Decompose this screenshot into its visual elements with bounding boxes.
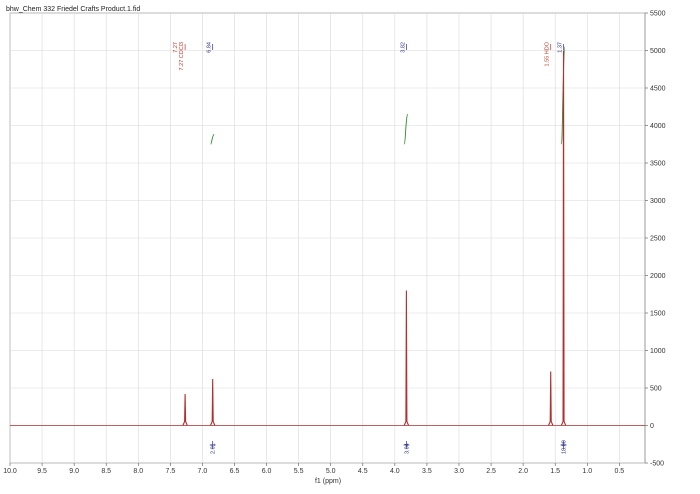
x-tick-label: 1.0 [582,468,592,475]
integral-value-label: 3.04 [404,443,410,454]
y-tick-label: 1500 [650,311,666,318]
x-tick-label: 9.0 [69,468,79,475]
x-tick-label: 4.5 [358,468,368,475]
peak-label: 6.84 [207,42,213,53]
peak-label: 3.82 [400,42,406,53]
x-tick-label: 1.5 [550,468,560,475]
x-tick-label: 7.5 [165,468,175,475]
x-tick-label: 2.0 [518,468,528,475]
y-tick-label: 3000 [650,198,666,205]
x-axis-ticks: 10.0 9.5 9.0 8.5 8.0 7.5 7.0 6.5 6.0 5.5 5.0 4.5 4.0… [3,463,624,475]
x-tick-label: 5.0 [326,468,336,475]
nmr-spectrum-chart: 10.0 9.5 9.0 8.5 8.0 7.5 7.0 6.5 6.0 5.5 5.0 4.5 4.0… [3,11,666,486]
x-tick-label: 3.0 [454,468,464,475]
x-tick-label: 0.5 [614,468,624,475]
y-tick-label: 5000 [650,48,666,55]
x-tick-label: 5.5 [294,468,304,475]
y-tick-label: 4000 [650,123,666,130]
y-tick-label: 1000 [650,348,666,355]
x-tick-label: 6.0 [262,468,272,475]
x-tick-label: 9.5 [37,468,47,475]
y-tick-label: 4500 [650,86,666,93]
y-tick-label: 2000 [650,273,666,280]
y-tick-label: 0 [650,423,654,430]
integral-value-label: 18.00 [562,440,568,454]
y-tick-label: 500 [650,386,662,393]
y-tick-label: 2500 [650,236,666,243]
x-tick-label: 6.5 [230,468,240,475]
x-tick-label: 8.0 [133,468,143,475]
x-tick-label: 10.0 [3,468,17,475]
x-tick-label: 2.5 [486,468,496,475]
peak-label: 1.37 [558,42,564,53]
x-tick-label: 7.0 [198,468,208,475]
integral-value-label: 2.01 [211,443,217,454]
y-axis-ticks: -500 0 500 1000 1500 2000 2500 3000 3500 4000 4500… [645,11,666,468]
y-tick-label: -500 [650,461,664,468]
x-tick-label: 3.5 [422,468,432,475]
peak-label: 1.55 HDO [545,41,551,66]
x-tick-label: 4.0 [390,468,400,475]
x-tick-label: 8.5 [101,468,111,475]
x-axis-label: f1 (ppm) [315,478,341,485]
y-tick-label: 5500 [650,11,666,18]
y-tick-label: 3500 [650,161,666,168]
peak-label: 7.27 CDCl3 [179,42,185,70]
